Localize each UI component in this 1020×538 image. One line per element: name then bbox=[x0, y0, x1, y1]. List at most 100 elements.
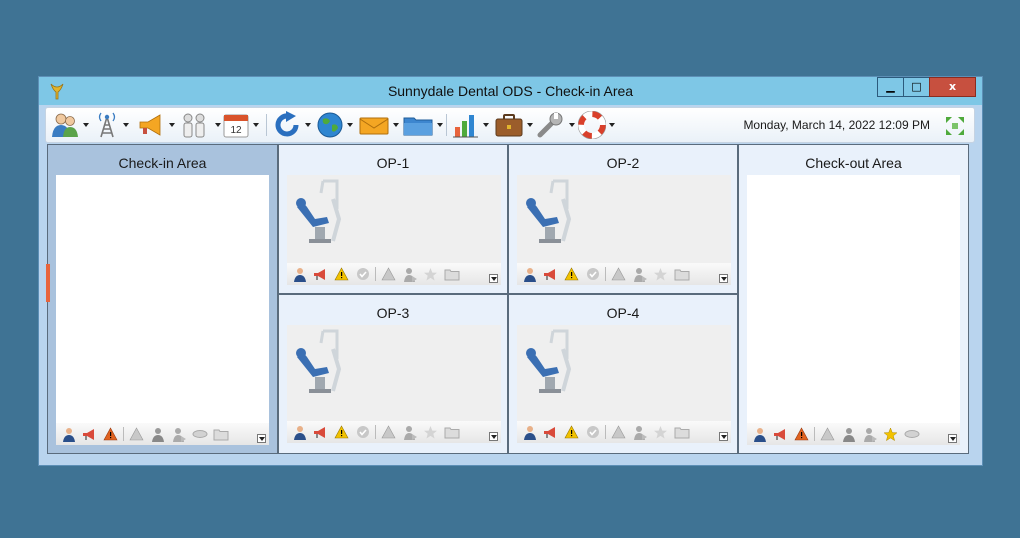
warning-icon[interactable] bbox=[563, 424, 580, 441]
maximize-button[interactable]: □ bbox=[903, 77, 930, 97]
status-dropdown-button[interactable] bbox=[257, 434, 266, 443]
megaphone-icon[interactable] bbox=[312, 424, 329, 441]
calendar-day-label: 12 bbox=[230, 125, 242, 136]
folder-gray-icon[interactable] bbox=[673, 266, 690, 283]
status-bar bbox=[517, 421, 731, 443]
warning-icon[interactable] bbox=[102, 426, 119, 443]
alert-gray-icon[interactable] bbox=[128, 426, 145, 443]
alert-gray-icon[interactable] bbox=[610, 266, 627, 283]
alert-gray-icon[interactable] bbox=[380, 424, 397, 441]
status-dropdown-button[interactable] bbox=[489, 432, 498, 441]
patients-tool[interactable] bbox=[50, 111, 89, 139]
panel-title: OP-1 bbox=[376, 155, 410, 171]
op3-panel[interactable]: OP-3 bbox=[278, 294, 508, 454]
op4-panel[interactable]: OP-4 bbox=[508, 294, 738, 454]
patient-icon[interactable] bbox=[521, 424, 538, 441]
op2-panel[interactable]: OP-2 bbox=[508, 144, 738, 294]
star-icon[interactable] bbox=[422, 424, 439, 441]
alert-gray-icon[interactable] bbox=[610, 424, 627, 441]
splitter-grip[interactable] bbox=[46, 264, 50, 302]
calendar-tool[interactable]: 12 bbox=[222, 111, 259, 139]
megaphone-icon[interactable] bbox=[542, 266, 559, 283]
title-bar[interactable]: Sunnydale Dental ODS - Check-in Area ▁ □… bbox=[39, 77, 982, 105]
star-icon[interactable] bbox=[422, 266, 439, 283]
op1-panel[interactable]: OP-1 bbox=[278, 144, 508, 294]
tray-gray-icon[interactable] bbox=[191, 426, 208, 443]
window-title: Sunnydale Dental ODS - Check-in Area bbox=[387, 83, 634, 99]
warning-icon[interactable] bbox=[563, 266, 580, 283]
staff-icon bbox=[183, 113, 205, 138]
person-gray-icon[interactable] bbox=[401, 424, 418, 441]
alert-gray-icon[interactable] bbox=[819, 426, 836, 443]
patient-icon[interactable] bbox=[60, 426, 77, 443]
dental-chair-icon bbox=[296, 179, 342, 243]
op4-chair-area[interactable] bbox=[517, 325, 731, 421]
checkout-patient-list[interactable] bbox=[747, 175, 960, 423]
web-tool[interactable] bbox=[316, 111, 353, 139]
dental-chair-icon bbox=[526, 179, 572, 243]
person-gray-icon[interactable] bbox=[401, 266, 418, 283]
announce-tool[interactable] bbox=[136, 111, 175, 139]
lifebuoy-icon bbox=[578, 111, 606, 139]
folder-tool[interactable] bbox=[402, 111, 443, 139]
patient-icon[interactable] bbox=[751, 426, 768, 443]
fullscreen-icon[interactable] bbox=[944, 115, 966, 137]
toolbar-separator bbox=[266, 114, 267, 136]
folder-gray-icon[interactable] bbox=[443, 424, 460, 441]
patient-icon[interactable] bbox=[521, 266, 538, 283]
op3-chair-area[interactable] bbox=[287, 325, 501, 421]
status-bar bbox=[747, 423, 960, 445]
patient-icon[interactable] bbox=[291, 266, 308, 283]
status-dropdown-button[interactable] bbox=[719, 432, 728, 441]
checkmark-icon[interactable] bbox=[584, 424, 601, 441]
toolbar: 12 Monday, March 14, 2022 12:09 PM bbox=[45, 107, 975, 143]
person-gray-icon[interactable] bbox=[631, 424, 648, 441]
checkmark-icon[interactable] bbox=[584, 266, 601, 283]
tray-gray-icon[interactable] bbox=[903, 426, 920, 443]
megaphone-icon[interactable] bbox=[542, 424, 559, 441]
patient-icon[interactable] bbox=[291, 424, 308, 441]
star-icon[interactable] bbox=[882, 426, 899, 443]
op2-chair-area[interactable] bbox=[517, 175, 731, 263]
staff-tool[interactable] bbox=[178, 111, 221, 139]
person-gray-icon[interactable] bbox=[170, 426, 187, 443]
person-gray-icon[interactable] bbox=[840, 426, 857, 443]
warning-icon[interactable] bbox=[793, 426, 810, 443]
person-gray-icon[interactable] bbox=[149, 426, 166, 443]
person-gray-icon[interactable] bbox=[861, 426, 878, 443]
panel-title: Check-out Area bbox=[805, 155, 902, 171]
star-icon[interactable] bbox=[652, 266, 669, 283]
megaphone-icon[interactable] bbox=[772, 426, 789, 443]
warning-icon[interactable] bbox=[333, 424, 350, 441]
globe-icon bbox=[317, 112, 343, 138]
warning-icon[interactable] bbox=[333, 266, 350, 283]
status-bar bbox=[287, 421, 501, 443]
checkin-patient-list[interactable] bbox=[56, 175, 269, 423]
toolbox-tool[interactable] bbox=[494, 111, 533, 139]
checkout-panel[interactable]: Check-out Area bbox=[738, 144, 969, 454]
refresh-tool[interactable] bbox=[274, 111, 311, 139]
checkin-panel[interactable]: Check-in Area bbox=[47, 144, 278, 454]
status-dropdown-button[interactable] bbox=[948, 434, 957, 443]
status-dropdown-button[interactable] bbox=[489, 274, 498, 283]
network-tool[interactable] bbox=[94, 111, 129, 139]
folder-gray-icon[interactable] bbox=[212, 426, 229, 443]
checkmark-icon[interactable] bbox=[354, 424, 371, 441]
close-button[interactable]: x bbox=[929, 77, 976, 97]
mail-tool[interactable] bbox=[358, 111, 399, 139]
op1-chair-area[interactable] bbox=[287, 175, 501, 263]
alert-gray-icon[interactable] bbox=[380, 266, 397, 283]
panel-title: Check-in Area bbox=[118, 155, 207, 171]
megaphone-icon[interactable] bbox=[81, 426, 98, 443]
megaphone-icon[interactable] bbox=[312, 266, 329, 283]
status-dropdown-button[interactable] bbox=[719, 274, 728, 283]
folder-gray-icon[interactable] bbox=[443, 266, 460, 283]
settings-tool[interactable] bbox=[536, 111, 575, 139]
star-icon[interactable] bbox=[652, 424, 669, 441]
help-tool[interactable] bbox=[578, 111, 615, 139]
minimize-button[interactable]: ▁ bbox=[877, 77, 904, 97]
reports-tool[interactable] bbox=[452, 111, 489, 139]
person-gray-icon[interactable] bbox=[631, 266, 648, 283]
folder-gray-icon[interactable] bbox=[673, 424, 690, 441]
checkmark-icon[interactable] bbox=[354, 266, 371, 283]
